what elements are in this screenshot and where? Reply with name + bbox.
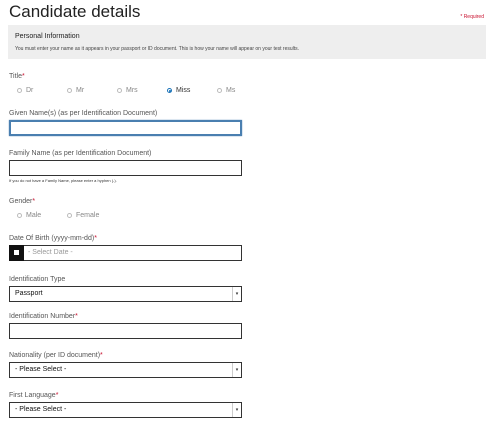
title-radio-dr[interactable]: Dr [17, 87, 33, 94]
calendar-icon [14, 250, 19, 255]
radio-circle[interactable] [117, 88, 122, 93]
radio-circle-checked[interactable] [167, 88, 172, 93]
id-number-label: Identification Number* [9, 313, 78, 320]
family-name-hint: If you do not have a Family Name, please… [9, 178, 117, 183]
calendar-button[interactable] [9, 245, 24, 261]
page-title: Candidate details [9, 2, 141, 21]
title-label: Title* [9, 73, 25, 80]
first-language-label: First Language* [9, 392, 59, 399]
radio-circle[interactable] [217, 88, 222, 93]
id-type-label: Identification Type [9, 276, 66, 283]
given-name-label: Given Name(s) (as per Identification Doc… [9, 110, 158, 117]
given-name-input[interactable] [9, 120, 242, 136]
gender-radio-male[interactable]: Male [17, 212, 41, 219]
family-name-input[interactable] [9, 160, 242, 176]
id-number-input[interactable] [9, 323, 242, 339]
first-language-select[interactable]: - Please Select - ▾ [9, 402, 242, 418]
radio-circle[interactable] [67, 88, 72, 93]
radio-circle[interactable] [17, 88, 22, 93]
title-radio-mr[interactable]: Mr [67, 87, 84, 94]
title-radio-ms[interactable]: Ms [217, 87, 235, 94]
panel-heading: Personal Information [15, 33, 80, 40]
gender-label: Gender* [9, 198, 36, 205]
dropdown-arrow-icon: ▾ [232, 363, 241, 377]
dropdown-arrow-icon: ▾ [232, 287, 241, 301]
dob-label: Date Of Birth (yyyy-mm-dd)* [9, 235, 97, 242]
radio-circle[interactable] [67, 213, 72, 218]
panel-text: You must enter your name as it appears i… [15, 46, 300, 52]
nationality-select[interactable]: - Please Select - ▾ [9, 362, 242, 378]
title-radio-miss[interactable]: Miss [167, 87, 190, 94]
radio-circle[interactable] [17, 213, 22, 218]
family-name-label: Family Name (as per Identification Docum… [9, 150, 152, 157]
id-type-select[interactable]: Passport ▾ [9, 286, 242, 302]
personal-info-panel [8, 25, 486, 59]
nationality-label: Nationality (per ID document)* [9, 352, 103, 359]
gender-radio-female[interactable]: Female [67, 212, 99, 219]
required-note: * Required [460, 14, 484, 20]
dropdown-arrow-icon: ▾ [232, 403, 241, 417]
dob-input[interactable]: - Select Date - [24, 245, 242, 261]
title-radio-mrs[interactable]: Mrs [117, 87, 138, 94]
